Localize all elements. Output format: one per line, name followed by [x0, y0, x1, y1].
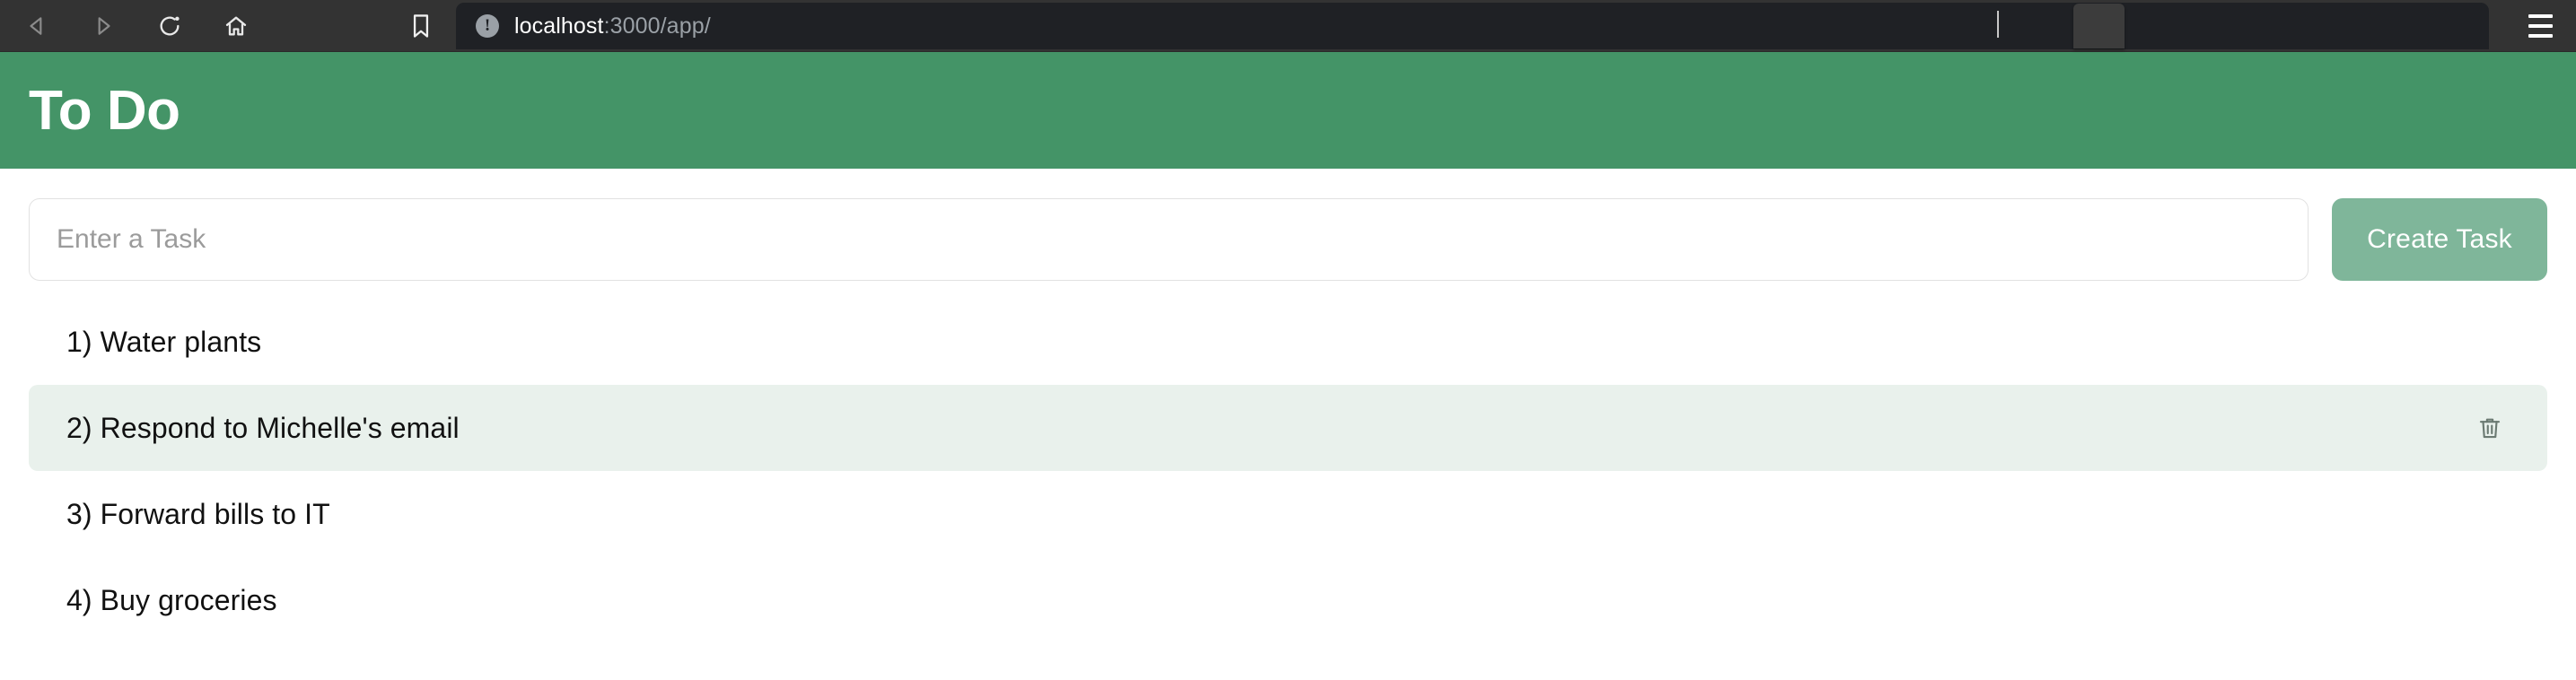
task-composer: Create Task: [0, 169, 2576, 281]
create-task-button[interactable]: Create Task: [2332, 198, 2547, 281]
tab-chip[interactable]: [2073, 4, 2125, 48]
task-list-item[interactable]: 4) Buy groceries: [29, 557, 2547, 643]
browser-toolbar: ! localhost:3000/app/: [0, 0, 2576, 52]
url-text-caret: [1997, 11, 1999, 38]
task-list-item[interactable]: 3) Forward bills to IT: [29, 471, 2547, 557]
reload-icon[interactable]: [149, 5, 190, 47]
hamburger-menu-icon[interactable]: [2519, 0, 2562, 52]
task-list-item[interactable]: 1) Water plants: [29, 299, 2547, 385]
task-input[interactable]: [29, 198, 2309, 281]
url-host: localhost: [514, 13, 604, 39]
task-label: 1) Water plants: [66, 325, 262, 358]
browser-nav-buttons: [0, 5, 257, 47]
task-label: 2) Respond to Michelle's email: [66, 411, 460, 444]
forward-arrow-icon[interactable]: [83, 5, 124, 47]
url-path: :3000/app/: [603, 13, 711, 39]
site-info-warning-icon[interactable]: !: [476, 14, 499, 38]
page-title: To Do: [29, 79, 180, 142]
trash-icon[interactable]: [2470, 408, 2510, 448]
task-list: 1) Water plants 2) Respond to Michelle's…: [0, 281, 2576, 643]
app-header: To Do: [0, 52, 2576, 169]
task-list-item[interactable]: 2) Respond to Michelle's email: [29, 385, 2547, 471]
home-icon[interactable]: [215, 5, 257, 47]
bookmark-icon[interactable]: [408, 0, 434, 52]
task-label: 3) Forward bills to IT: [66, 497, 330, 530]
url-bar[interactable]: ! localhost:3000/app/: [456, 3, 2489, 49]
url-text: localhost:3000/app/: [514, 13, 711, 39]
back-arrow-icon[interactable]: [16, 5, 57, 47]
task-label: 4) Buy groceries: [66, 583, 277, 616]
